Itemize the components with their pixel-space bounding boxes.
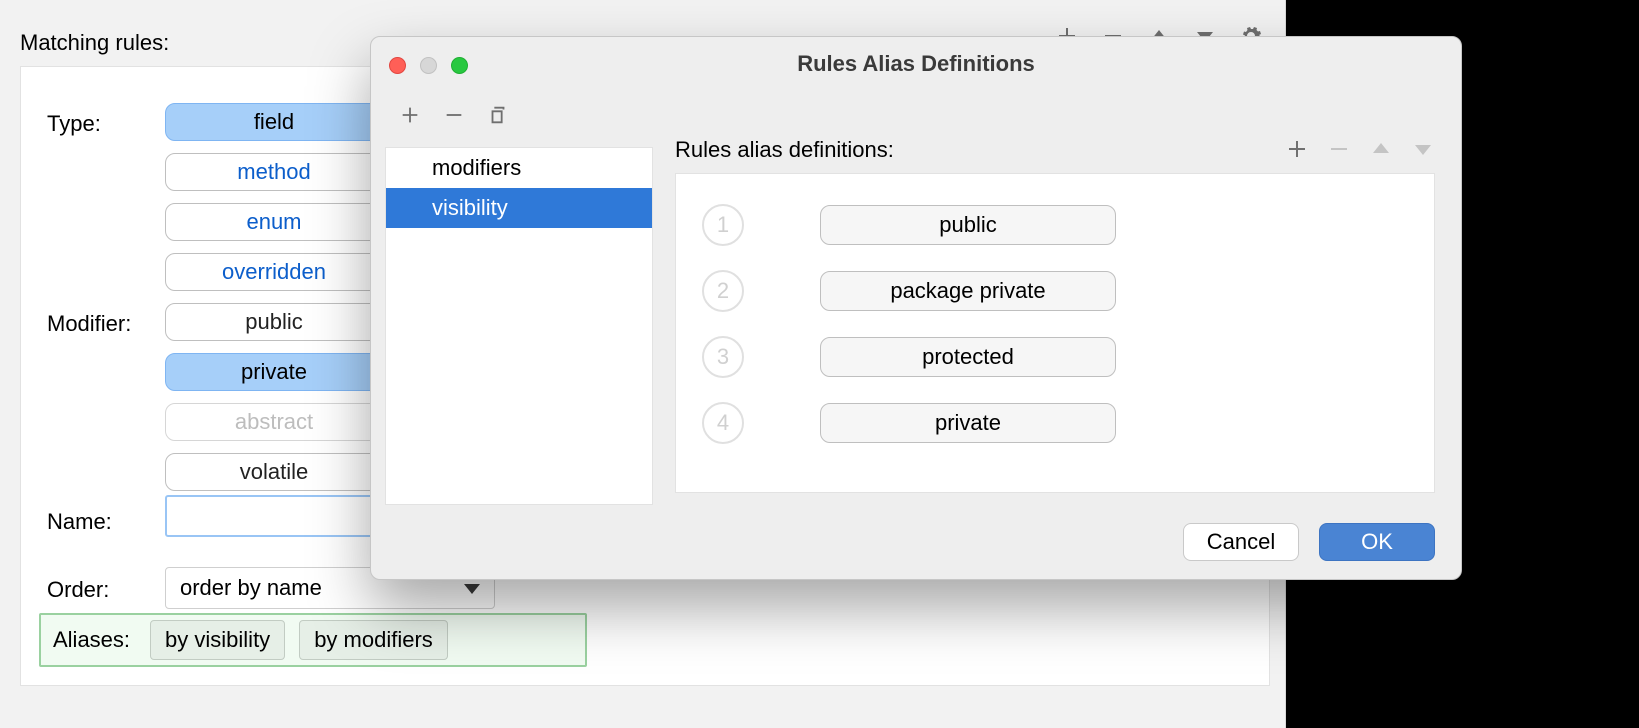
rule-row[interactable]: 1 public <box>676 192 1434 258</box>
aliases-label: Aliases: <box>53 627 130 653</box>
add-icon[interactable] <box>399 104 421 126</box>
move-down-icon[interactable] <box>1411 137 1435 161</box>
modifier-option-volatile[interactable]: volatile <box>165 453 383 491</box>
chevron-down-icon <box>464 584 480 594</box>
order-select-value: order by name <box>180 575 322 600</box>
alias-list-toolbar <box>385 97 653 133</box>
rule-number: 3 <box>702 336 744 378</box>
remove-icon[interactable] <box>443 104 465 126</box>
rule-pill-public[interactable]: public <box>820 205 1116 245</box>
alias-list-item-modifiers[interactable]: modifiers <box>386 148 652 188</box>
aliases-box: Aliases: by visibility by modifiers <box>39 613 587 667</box>
type-option-enum[interactable]: enum <box>165 203 383 241</box>
dialog-buttons: Cancel OK <box>1183 523 1435 561</box>
order-label: Order: <box>47 577 109 603</box>
type-option-overridden[interactable]: overridden <box>165 253 383 291</box>
type-option-field[interactable]: field <box>165 103 383 141</box>
dialog-titlebar: Rules Alias Definitions <box>371 37 1461 83</box>
rules-definitions-label: Rules alias definitions: <box>675 137 894 163</box>
modifier-option-abstract: abstract <box>165 403 383 441</box>
alias-list-panel: modifiers visibility <box>385 97 653 517</box>
matching-rules-header: Matching rules: <box>20 30 169 56</box>
rules-alias-dialog: Rules Alias Definitions modifiers visibi… <box>370 36 1462 580</box>
alias-chip-by-modifiers[interactable]: by modifiers <box>299 620 448 660</box>
modifier-label: Modifier: <box>47 311 131 337</box>
rule-number: 1 <box>702 204 744 246</box>
add-icon[interactable] <box>1285 137 1309 161</box>
rule-number: 4 <box>702 402 744 444</box>
alias-list-item-visibility[interactable]: visibility <box>386 188 652 228</box>
type-option-method[interactable]: method <box>165 153 383 191</box>
type-label: Type: <box>47 111 101 137</box>
rule-pill-protected[interactable]: protected <box>820 337 1116 377</box>
rule-row[interactable]: 2 package private <box>676 258 1434 324</box>
move-up-icon[interactable] <box>1369 137 1393 161</box>
rule-pill-package-private[interactable]: package private <box>820 271 1116 311</box>
rules-definitions-list[interactable]: 1 public 2 package private 3 protected 4… <box>675 173 1435 493</box>
modifier-option-public[interactable]: public <box>165 303 383 341</box>
rule-pill-private[interactable]: private <box>820 403 1116 443</box>
dialog-title: Rules Alias Definitions <box>371 51 1461 77</box>
rule-row[interactable]: 3 protected <box>676 324 1434 390</box>
name-label: Name: <box>47 509 112 535</box>
remove-icon[interactable] <box>1327 137 1351 161</box>
rules-definitions-toolbar <box>1285 137 1435 161</box>
rule-row[interactable]: 4 private <box>676 390 1434 456</box>
alias-chip-by-visibility[interactable]: by visibility <box>150 620 285 660</box>
ok-button[interactable]: OK <box>1319 523 1435 561</box>
copy-icon[interactable] <box>487 104 509 126</box>
rule-number: 2 <box>702 270 744 312</box>
alias-list[interactable]: modifiers visibility <box>385 147 653 505</box>
cancel-button[interactable]: Cancel <box>1183 523 1299 561</box>
modifier-option-private[interactable]: private <box>165 353 383 391</box>
